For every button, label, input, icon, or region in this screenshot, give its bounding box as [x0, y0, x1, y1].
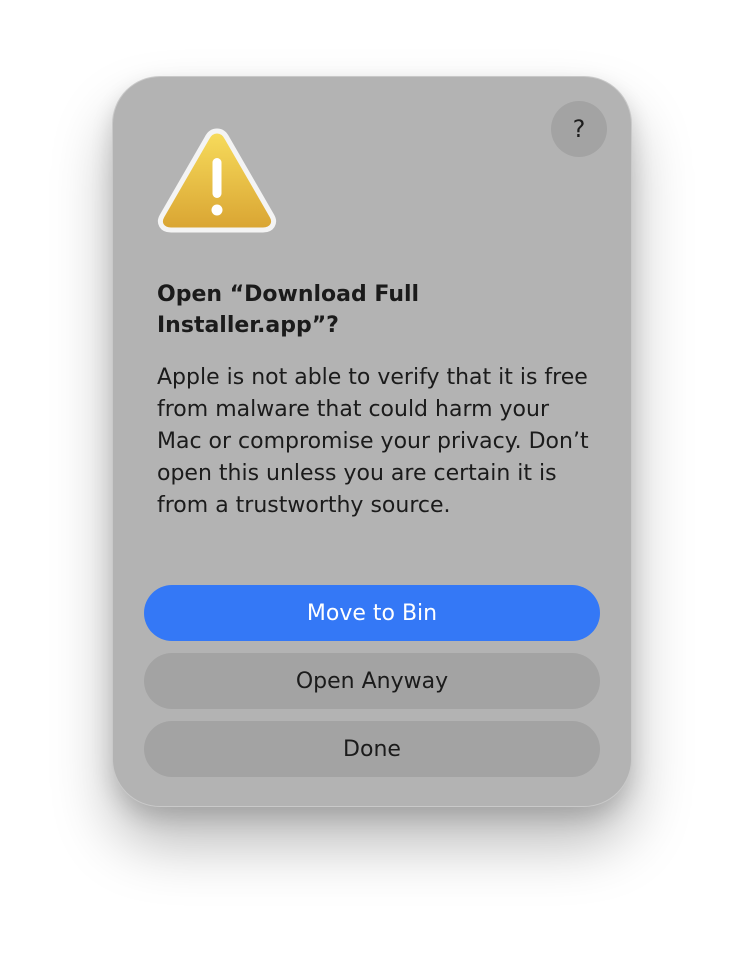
- help-button[interactable]: ?: [551, 101, 607, 157]
- dialog-title: Open “Download Full Installer.app”?: [157, 282, 420, 338]
- open-anyway-button[interactable]: Open Anyway: [144, 653, 600, 709]
- help-icon: ?: [572, 115, 586, 143]
- security-alert-dialog: ? Open “Download Full Installer.app”? Ap…: [112, 76, 632, 807]
- warning-triangle-icon: [157, 128, 277, 233]
- dialog-message: Apple is not able to verify that it is f…: [157, 365, 589, 518]
- move-to-bin-button[interactable]: Move to Bin: [144, 585, 600, 641]
- done-button[interactable]: Done: [144, 721, 600, 777]
